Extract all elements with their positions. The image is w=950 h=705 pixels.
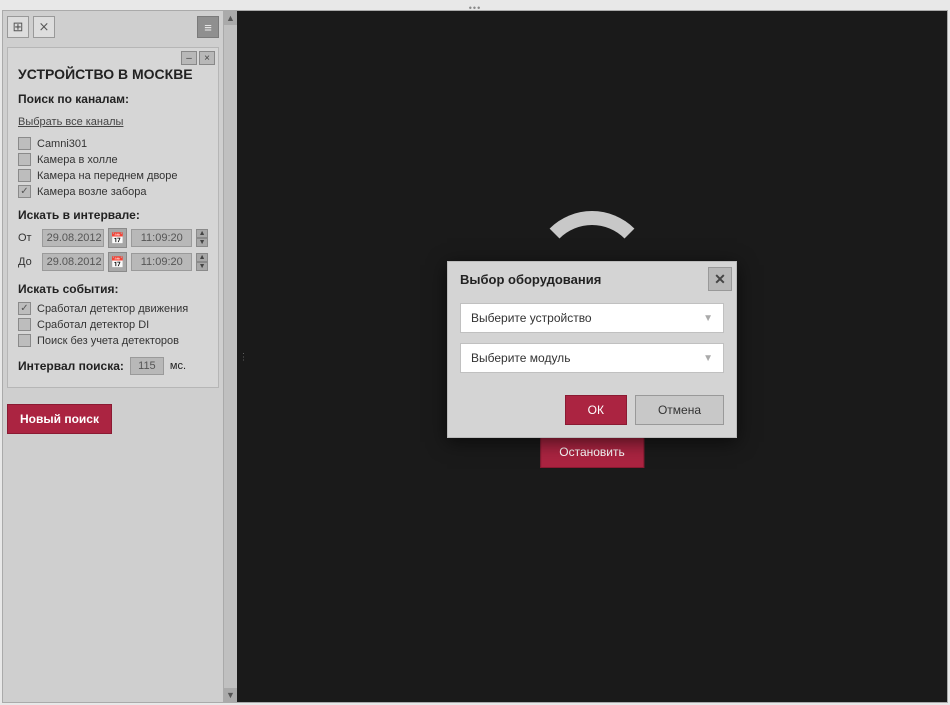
channel-checkbox[interactable] — [18, 185, 31, 198]
device-select-label: Выберите устройство — [471, 311, 592, 325]
event-checkbox[interactable] — [18, 334, 31, 347]
remove-panel-icon[interactable]: ⨯ — [33, 16, 55, 38]
sidebar-toolbar: ⊞ ⨯ ≡ — [3, 11, 223, 43]
chevron-down-icon: ▼ — [703, 353, 713, 364]
chevron-down-icon: ▼ — [703, 313, 713, 324]
event-label: Сработал детектор DI — [37, 319, 149, 331]
event-checkbox[interactable] — [18, 318, 31, 331]
time-spinner[interactable]: ▲▼ — [196, 229, 208, 247]
ok-button[interactable]: ОК — [565, 395, 627, 425]
event-row: Поиск без учета детекторов — [18, 334, 208, 347]
calendar-icon[interactable]: 📅 — [108, 228, 128, 248]
calendar-icon[interactable]: 📅 — [108, 252, 128, 272]
device-select[interactable]: Выберите устройство ▼ — [460, 303, 724, 333]
equipment-modal: Выбор оборудования ✕ Выберите устройство… — [447, 261, 737, 438]
channel-label: Камера возле забора — [37, 186, 147, 198]
channel-label: Камера на переднем дворе — [37, 170, 178, 182]
interval-heading: Искать в интервале: — [18, 208, 208, 222]
search-panel: – × УСТРОЙСТВО В МОСКВЕ Поиск по каналам… — [7, 47, 219, 388]
channel-row: Камера в холле — [18, 153, 208, 166]
channels-heading: Поиск по каналам: — [18, 92, 208, 106]
channel-checkbox[interactable] — [18, 153, 31, 166]
event-row: Сработал детектор DI — [18, 318, 208, 331]
app-frame: ⊞ ⨯ ≡ – × УСТРОЙСТВО В МОСКВЕ Поиск по к… — [2, 10, 948, 703]
channel-row: Камера возле забора — [18, 185, 208, 198]
search-interval-row: Интервал поиска: 115 мс. — [18, 357, 208, 375]
scroll-down-icon[interactable]: ▼ — [224, 688, 237, 702]
to-date-input[interactable]: 29.08.2012 — [42, 253, 104, 271]
time-spinner[interactable]: ▲▼ — [196, 253, 208, 271]
event-row: Сработал детектор движения — [18, 302, 208, 315]
to-label: До — [18, 256, 38, 268]
from-time-input[interactable]: 11:09:20 — [131, 229, 192, 247]
close-icon[interactable]: × — [199, 51, 215, 65]
search-interval-unit: мс. — [170, 360, 186, 372]
date-to-row: До 29.08.2012 📅 11:09:20 ▲▼ — [18, 252, 208, 272]
event-checkbox[interactable] — [18, 302, 31, 315]
scroll-up-icon[interactable]: ▲ — [224, 11, 237, 25]
channel-label: Камера в холле — [37, 154, 118, 166]
channel-checkbox[interactable] — [18, 169, 31, 182]
search-interval-input[interactable]: 115 — [130, 357, 164, 375]
main-viewport: ⋮ Остановить Выбор оборудования ✕ Выбери… — [237, 11, 947, 702]
add-panel-icon[interactable]: ⊞ — [7, 16, 29, 38]
modal-close-icon[interactable]: ✕ — [708, 267, 732, 291]
from-label: От — [18, 232, 38, 244]
channel-label: Camni301 — [37, 138, 87, 150]
channel-checkbox[interactable] — [18, 137, 31, 150]
modal-title: Выбор оборудования — [460, 272, 601, 287]
to-time-input[interactable]: 11:09:20 — [131, 253, 192, 271]
date-from-row: От 29.08.2012 📅 11:09:20 ▲▼ — [18, 228, 208, 248]
sidebar: ⊞ ⨯ ≡ – × УСТРОЙСТВО В МОСКВЕ Поиск по к… — [3, 11, 223, 702]
event-label: Поиск без учета детекторов — [37, 335, 179, 347]
new-search-button[interactable]: Новый поиск — [7, 404, 112, 434]
events-heading: Искать события: — [18, 282, 208, 296]
select-all-channels-link[interactable]: Выбрать все каналы — [18, 116, 123, 128]
menu-icon[interactable]: ≡ — [197, 16, 219, 38]
search-interval-label: Интервал поиска: — [18, 359, 124, 373]
channel-row: Камера на переднем дворе — [18, 169, 208, 182]
panel-title: УСТРОЙСТВО В МОСКВЕ — [18, 66, 208, 82]
splitter-grip[interactable]: ⋮ — [239, 351, 249, 362]
stop-button[interactable]: Остановить — [540, 436, 644, 468]
module-select-label: Выберите модуль — [471, 351, 570, 365]
minimize-icon[interactable]: – — [181, 51, 197, 65]
from-date-input[interactable]: 29.08.2012 — [42, 229, 104, 247]
sidebar-scrollbar[interactable]: ▲ ▼ — [223, 11, 237, 702]
event-label: Сработал детектор движения — [37, 303, 188, 315]
cancel-button[interactable]: Отмена — [635, 395, 724, 425]
channel-row: Camni301 — [18, 137, 208, 150]
module-select[interactable]: Выберите модуль ▼ — [460, 343, 724, 373]
